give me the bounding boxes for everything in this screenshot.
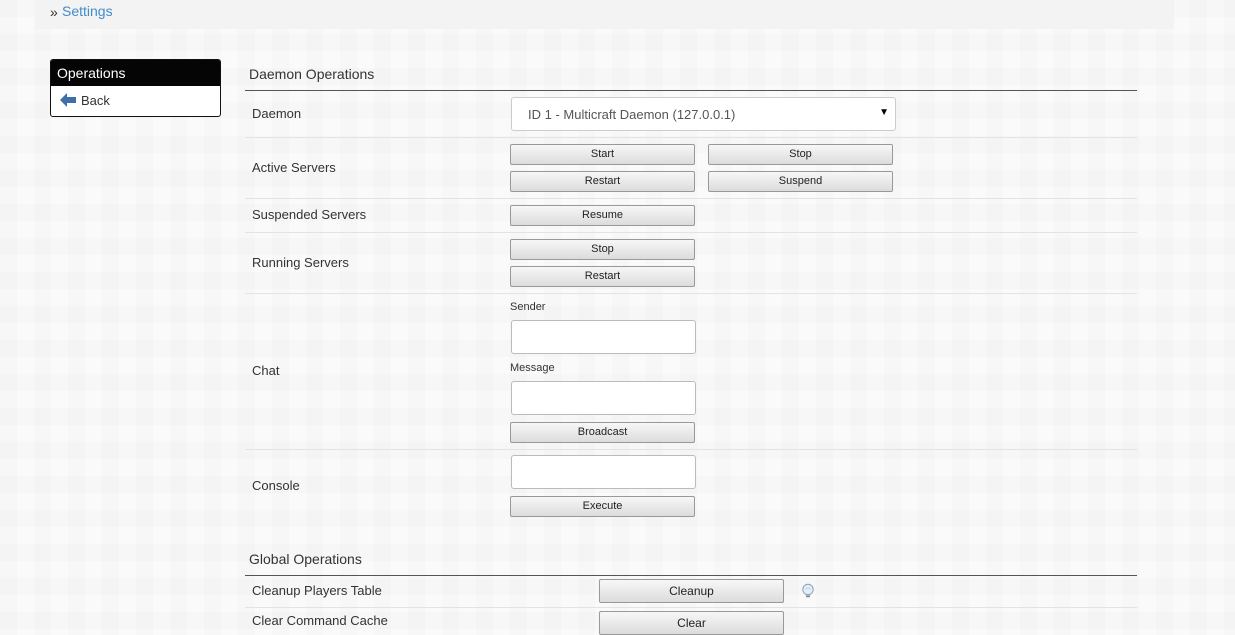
console-label: Console: [252, 478, 300, 493]
global-operations-title: Global Operations: [249, 551, 362, 567]
section-divider: [245, 575, 1137, 576]
sender-input[interactable]: [511, 320, 696, 354]
row-divider: [245, 137, 1137, 138]
running-servers-label: Running Servers: [252, 255, 349, 270]
clear-command-cache-label: Clear Command Cache: [252, 613, 388, 628]
broadcast-button[interactable]: Broadcast: [510, 422, 695, 443]
breadcrumb-settings-link[interactable]: Settings: [62, 3, 113, 19]
section-divider: [245, 90, 1137, 91]
active-stop-button[interactable]: Stop: [708, 144, 893, 165]
breadcrumb-separator: »: [50, 4, 58, 20]
active-start-button[interactable]: Start: [510, 144, 695, 165]
row-divider: [245, 449, 1137, 450]
row-divider: [245, 232, 1137, 233]
lightbulb-icon[interactable]: [800, 583, 816, 599]
daemon-label: Daemon: [252, 106, 302, 121]
resume-button[interactable]: Resume: [510, 205, 695, 226]
sidebar-title: Operations: [51, 60, 220, 86]
cleanup-players-label: Cleanup Players Table: [252, 583, 382, 598]
message-label: Message: [510, 362, 555, 374]
row-divider: [245, 607, 1137, 608]
daemon-operations-title: Daemon Operations: [249, 66, 375, 82]
active-restart-button[interactable]: Restart: [510, 171, 695, 192]
console-input[interactable]: [511, 455, 696, 489]
sidebar-item-label: Back: [81, 93, 110, 108]
active-servers-label: Active Servers: [252, 160, 336, 175]
dropdown-caret-icon: ▼: [879, 107, 889, 118]
running-stop-button[interactable]: Stop: [510, 239, 695, 260]
running-restart-button[interactable]: Restart: [510, 266, 695, 287]
daemon-select-value: ID 1 - Multicraft Daemon (127.0.0.1): [528, 107, 736, 122]
chat-label: Chat: [252, 363, 280, 378]
active-suspend-button[interactable]: Suspend: [708, 171, 893, 192]
execute-button[interactable]: Execute: [510, 496, 695, 517]
clear-button[interactable]: Clear: [599, 611, 784, 635]
back-arrow-icon: [60, 93, 76, 107]
suspended-servers-label: Suspended Servers: [252, 207, 367, 222]
message-input[interactable]: [511, 381, 696, 415]
row-divider: [245, 198, 1137, 199]
operations-sidebar: Operations Back: [50, 59, 221, 117]
sender-label: Sender: [510, 301, 546, 313]
cleanup-button[interactable]: Cleanup: [599, 579, 784, 603]
daemon-select[interactable]: ID 1 - Multicraft Daemon (127.0.0.1) ▼: [511, 97, 896, 131]
sidebar-item-back[interactable]: Back: [51, 86, 220, 115]
row-divider: [245, 293, 1137, 294]
breadcrumb: » Settings: [35, 0, 1174, 29]
